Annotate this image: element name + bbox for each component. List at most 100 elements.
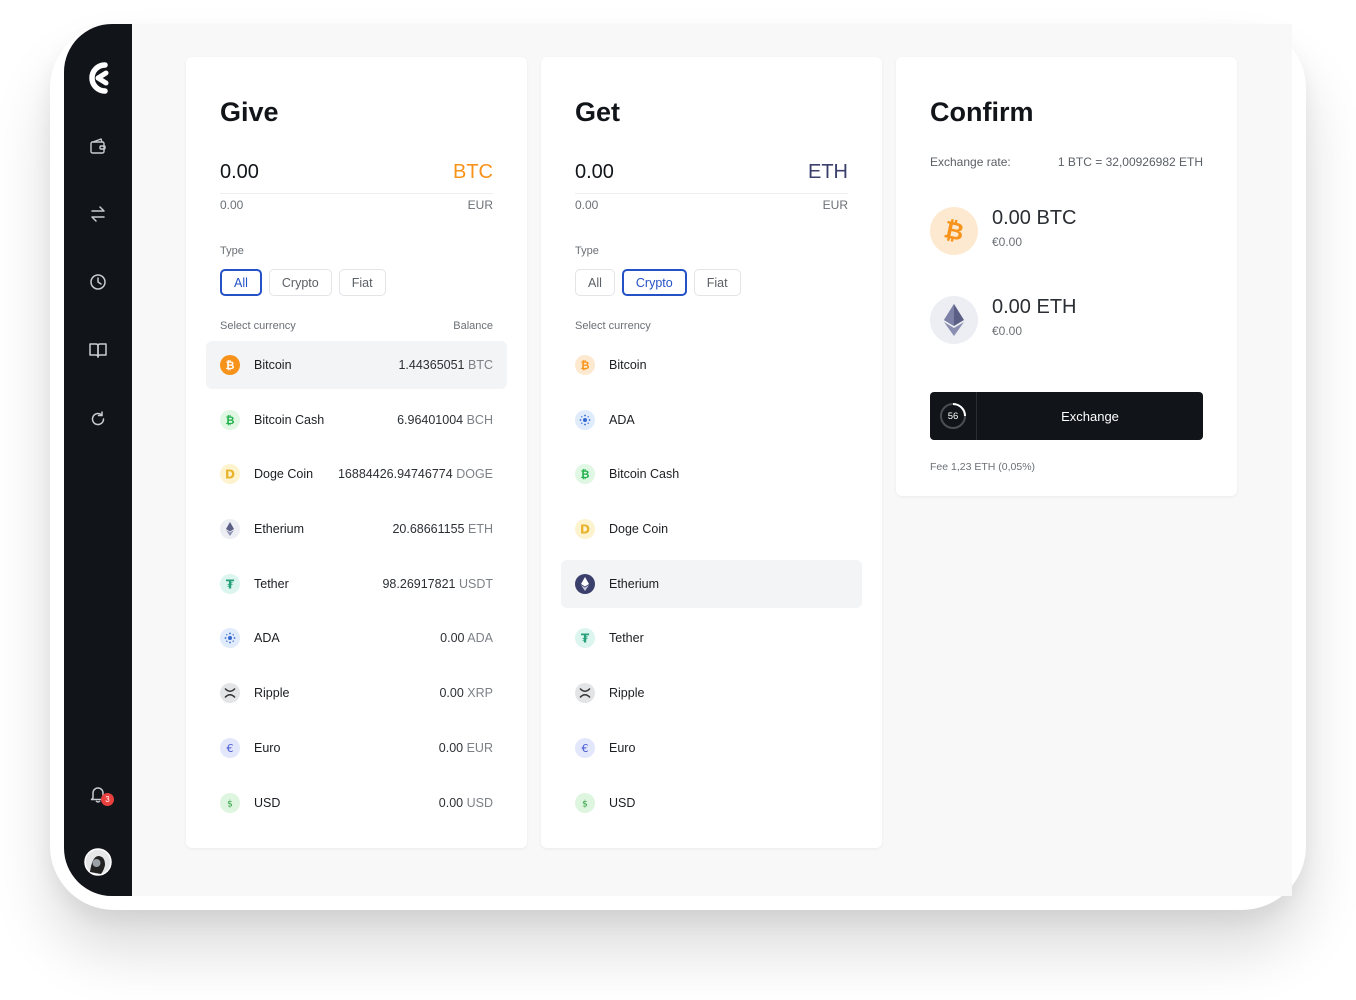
filter-all[interactable]: All (575, 269, 615, 296)
get-summary-fiat: €0.00 (992, 324, 1023, 338)
get-card: Get 0.00 ETH 0.00 EUR Type All Crypto Fi… (541, 57, 882, 848)
give-title: Give (220, 97, 279, 127)
give-summary: ₿ 0.00 BTC €0.00 (930, 207, 1210, 257)
euro-icon: € (220, 737, 240, 758)
exchange-button[interactable]: 56 Exchange (930, 392, 1203, 440)
doge-icon: D (220, 464, 240, 485)
svg-text:₿: ₿ (942, 216, 967, 246)
ethereum-icon (220, 519, 240, 540)
tether-icon: ₮ (220, 573, 240, 594)
notification-badge: 3 (101, 793, 114, 806)
give-currency-code[interactable]: BTC (453, 161, 493, 184)
filter-fiat[interactable]: Fiat (338, 269, 386, 296)
bell-icon[interactable]: 3 (64, 774, 132, 814)
ada-icon (575, 409, 595, 430)
refresh-icon[interactable] (64, 399, 132, 439)
currency-row-usd[interactable]: $ USD 0.00 USD (206, 779, 507, 827)
currency-row-bitcoin[interactable]: ₿ Bitcoin 1.44365051 BTC (206, 341, 507, 389)
svg-text:₮: ₮ (226, 577, 235, 591)
select-currency-label: Select currency (220, 320, 296, 332)
confirm-title: Confirm (930, 97, 1034, 127)
filter-crypto[interactable]: Crypto (268, 269, 332, 296)
give-card: Give 0.00 BTC 0.00 EUR Type All Crypto F… (186, 57, 527, 848)
type-label: Type (575, 245, 599, 257)
currency-row-ada[interactable]: ADA (561, 396, 862, 444)
currency-row-tether[interactable]: ₮ Tether (561, 614, 862, 662)
give-currency-list: ₿ Bitcoin 1.44365051 BTC ₿ Bitcoin Cash … (206, 341, 507, 833)
svg-text:$: $ (227, 799, 233, 809)
avatar-icon[interactable] (64, 842, 132, 882)
usd-icon: $ (575, 792, 595, 813)
get-title: Get (575, 97, 621, 127)
c-logo-icon[interactable] (64, 57, 132, 99)
ripple-icon (220, 683, 240, 704)
timer-value: 56 (947, 410, 959, 422)
ethereum-icon (575, 573, 595, 594)
get-currency-code[interactable]: ETH (808, 161, 848, 184)
give-summary-amount: 0.00 BTC (992, 207, 1077, 229)
svg-text:₿: ₿ (581, 468, 590, 481)
app-screen: 3 Give 0.00 BTC 0.00 EUR Type All Crypto… (64, 24, 1292, 896)
ada-icon (220, 628, 240, 649)
currency-row-bitcoin[interactable]: ₿ Bitcoin (561, 341, 862, 389)
book-icon[interactable] (64, 330, 132, 370)
currency-row-ripple[interactable]: Ripple (561, 669, 862, 717)
bitcoin-cash-icon: ₿ (575, 464, 595, 485)
currency-row-bitcoin-cash[interactable]: ₿ Bitcoin Cash 6.96401004 BCH (206, 396, 507, 444)
currency-row-doge[interactable]: D Doge Coin 16884426.94746774 DOGE (206, 450, 507, 498)
svg-text:€: € (582, 742, 589, 755)
select-currency-label: Select currency (575, 320, 651, 332)
currency-row-euro[interactable]: € Euro (561, 724, 862, 772)
filter-all[interactable]: All (220, 269, 262, 296)
currency-row-ethereum[interactable]: Etherium 20.68661155 ETH (206, 505, 507, 553)
give-fiat-currency: EUR (467, 198, 493, 212)
svg-text:€: € (227, 742, 234, 755)
get-summary-amount: 0.00 ETH (992, 296, 1077, 318)
countdown-timer: 56 (930, 392, 977, 440)
give-type-filters: All Crypto Fiat (220, 269, 386, 296)
balance-label: Balance (453, 320, 493, 332)
bitcoin-cash-icon: ₿ (220, 409, 240, 430)
currency-row-tether[interactable]: ₮ Tether 98.26917821 USDT (206, 560, 507, 608)
svg-text:D: D (225, 468, 235, 482)
currency-row-ethereum[interactable]: Etherium (561, 559, 862, 608)
get-fiat-amount: 0.00 (575, 198, 599, 212)
svg-text:₿: ₿ (226, 414, 235, 427)
currency-row-euro[interactable]: € Euro 0.00 EUR (206, 724, 507, 772)
currency-row-bitcoin-cash[interactable]: ₿ Bitcoin Cash (561, 450, 862, 498)
currency-row-doge[interactable]: D Doge Coin (561, 505, 862, 553)
clock-icon[interactable] (64, 262, 132, 302)
doge-icon: D (575, 519, 595, 540)
bitcoin-icon: ₿ (575, 355, 595, 375)
svg-text:D: D (580, 523, 590, 537)
fee-text: Fee 1,23 ETH (0,05%) (930, 461, 1036, 473)
swap-arrows-icon[interactable] (64, 194, 132, 234)
bitcoin-icon: ₿ (220, 355, 240, 375)
divider (220, 193, 493, 194)
ripple-icon (575, 683, 595, 704)
get-type-filters: All Crypto Fiat (575, 269, 741, 296)
filter-fiat[interactable]: Fiat (693, 269, 741, 296)
wallet-icon[interactable] (64, 126, 132, 166)
get-currency-list: ₿ Bitcoin ADA ₿ Bitcoin Cash D Doge Coin… (561, 341, 862, 833)
ethereum-icon (930, 296, 978, 344)
currency-row-usd[interactable]: $ USD (561, 779, 862, 827)
give-summary-fiat: €0.00 (992, 235, 1023, 249)
get-amount-input[interactable]: 0.00 (575, 161, 614, 184)
divider (575, 193, 848, 194)
exchange-rate-label: Exchange rate: (930, 155, 1011, 169)
give-amount-input[interactable]: 0.00 (220, 161, 259, 184)
confirm-card: Confirm Exchange rate: 1 BTC = 32,009269… (896, 57, 1237, 496)
currency-row-ripple[interactable]: Ripple 0.00 XRP (206, 669, 507, 717)
euro-icon: € (575, 737, 595, 758)
svg-text:₿: ₿ (226, 359, 235, 372)
get-summary: 0.00 ETH €0.00 (930, 296, 1210, 346)
give-fiat-amount: 0.00 (220, 198, 244, 212)
type-label: Type (220, 245, 244, 257)
svg-text:₮: ₮ (581, 632, 590, 646)
exchange-button-label: Exchange (1061, 408, 1119, 424)
filter-crypto[interactable]: Crypto (621, 269, 687, 296)
bitcoin-icon: ₿ (930, 207, 978, 255)
currency-row-ada[interactable]: ADA 0.00 ADA (206, 614, 507, 662)
usd-icon: $ (220, 792, 240, 813)
